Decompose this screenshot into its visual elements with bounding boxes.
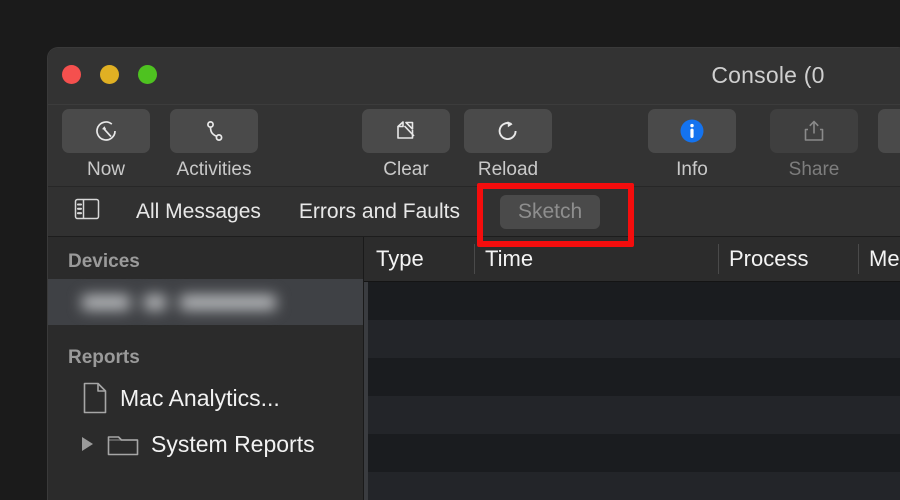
reload-label: Reload (477, 159, 539, 180)
sidebar-item-label: System Reports (151, 430, 315, 457)
sidebar-item-label: Mac Analytics... (120, 384, 280, 411)
filter-all-messages[interactable]: All Messages (124, 196, 273, 228)
now-label: Now (86, 159, 125, 180)
now-icon (92, 117, 120, 145)
share-label: Share (788, 159, 840, 180)
toolbar-item-now[interactable]: Now (56, 109, 156, 181)
table-scroll-gutter[interactable] (364, 282, 368, 500)
window-body: Devices Reports Mac Analytics... System … (48, 237, 900, 500)
info-button[interactable] (648, 109, 736, 153)
window-titlebar: Console (0 (48, 48, 900, 105)
column-header-process[interactable]: Process (718, 244, 858, 274)
column-header-time[interactable]: Time (474, 244, 718, 274)
filter-bar: All Messages Errors and Faults Sketch (48, 187, 900, 237)
column-header-message[interactable]: Mess (858, 244, 900, 274)
share-button[interactable] (770, 109, 858, 153)
toolbar-item-info[interactable]: Info (642, 109, 742, 181)
chevron-right-icon[interactable] (82, 437, 93, 451)
table-row[interactable] (364, 434, 900, 472)
clear-button[interactable] (362, 109, 450, 153)
console-window: Console (0 Now Activities Clear Reload I… (48, 48, 900, 500)
toolbar-item-activities[interactable]: Activities (164, 109, 264, 181)
activities-icon (200, 117, 228, 145)
folder-icon (107, 431, 139, 457)
column-header-type[interactable]: Type (364, 244, 474, 274)
table-row[interactable] (364, 282, 900, 320)
clear-icon (392, 117, 420, 145)
toolbar-item-search[interactable] (872, 109, 900, 159)
info-label: Info (676, 159, 708, 180)
toolbar-item-clear[interactable]: Clear (356, 109, 456, 181)
info-icon (677, 116, 707, 146)
activities-label: Activities (176, 159, 252, 180)
table-row[interactable] (364, 358, 900, 396)
sidebar-section-devices: Devices (68, 251, 140, 272)
toolbar-item-share[interactable]: Share (764, 109, 864, 181)
table-body (364, 282, 900, 500)
activities-button[interactable] (170, 109, 258, 153)
reload-button[interactable] (464, 109, 552, 153)
search-button[interactable] (878, 109, 900, 153)
device-name-redacted (82, 294, 276, 310)
sidebar: Devices Reports Mac Analytics... System … (48, 237, 364, 500)
sidebar-item-device[interactable] (48, 279, 363, 325)
main-toolbar: Now Activities Clear Reload Info Share (48, 105, 900, 187)
table-row[interactable] (364, 396, 900, 434)
table-header-row: Type Time Process Mess (364, 237, 900, 282)
sidebar-toggle-button[interactable] (72, 198, 102, 225)
share-icon (800, 117, 828, 145)
table-row[interactable] (364, 320, 900, 358)
clear-label: Clear (383, 159, 429, 180)
sidebar-item-system-reports[interactable]: System Reports (48, 421, 363, 467)
log-table: Type Time Process Mess (364, 237, 900, 500)
search-token-sketch[interactable]: Sketch (499, 194, 601, 229)
toolbar-item-reload[interactable]: Reload (458, 109, 558, 181)
document-icon (82, 382, 108, 414)
screenshot-root: Console (0 Now Activities Clear Reload I… (0, 0, 900, 500)
reload-icon (494, 117, 522, 145)
sidebar-item-mac-analytics[interactable]: Mac Analytics... (48, 375, 363, 421)
now-button[interactable] (62, 109, 150, 153)
filter-errors-and-faults[interactable]: Errors and Faults (287, 196, 472, 228)
sidebar-section-reports: Reports (68, 347, 140, 368)
sidebar-toggle-icon (74, 198, 100, 225)
table-row[interactable] (364, 472, 900, 500)
window-title: Console (0 (711, 62, 825, 88)
